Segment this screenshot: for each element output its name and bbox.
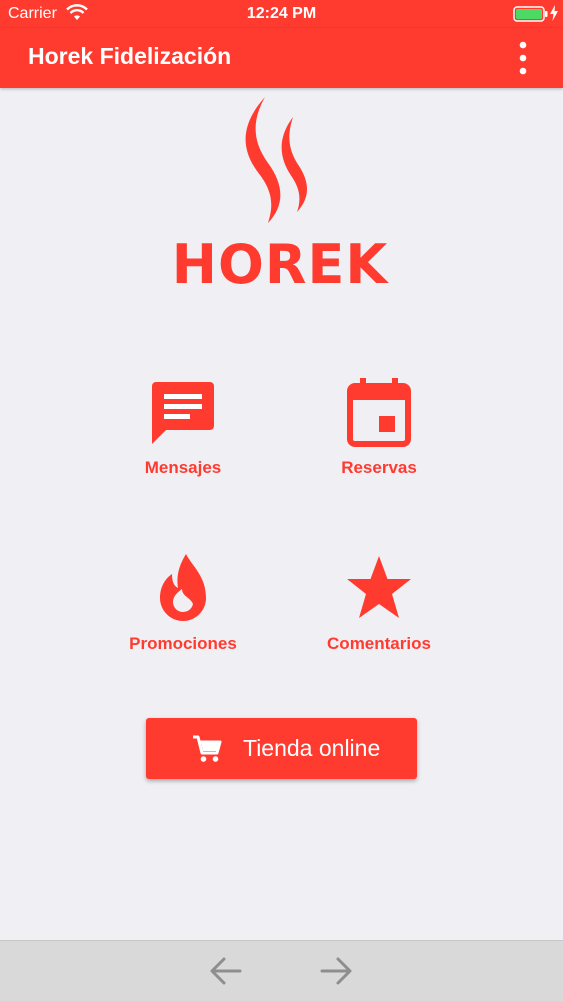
menu-item-label: Reservas [341,458,417,477]
star-icon [347,556,411,618]
message-icon [152,382,214,444]
tienda-online-label: Tienda online [243,735,381,761]
bottom-toolbar [0,940,563,1001]
app-bar: Horek Fidelización [0,28,563,88]
calendar-icon [347,378,411,447]
tienda-online-button[interactable]: Tienda online [146,718,417,779]
cart-icon [192,735,222,768]
menu-item-mensajes[interactable]: Mensajes [98,378,268,498]
battery-icon [513,6,549,27]
menu-item-label: Mensajes [144,458,222,477]
page-title: Horek Fidelización [28,43,232,69]
menu-item-label: Comentarios [327,634,431,653]
menu-item-promociones[interactable]: Promociones [98,552,268,672]
flame-icon [160,554,206,621]
more-options-icon[interactable] [513,41,533,75]
menu-item-comentarios[interactable]: Comentarios [294,552,464,672]
status-bar: Carrier 12:24 PM [0,0,563,28]
clock: 12:24 PM [246,5,317,22]
horek-logo: HOREK [160,95,400,296]
logo-text: HOREK [172,233,390,290]
menu-item-label: Promociones [129,634,237,653]
menu-item-reservas[interactable]: Reservas [294,378,464,498]
charging-icon [550,5,558,26]
forward-arrow-icon[interactable] [320,956,354,991]
back-arrow-icon[interactable] [208,956,242,991]
